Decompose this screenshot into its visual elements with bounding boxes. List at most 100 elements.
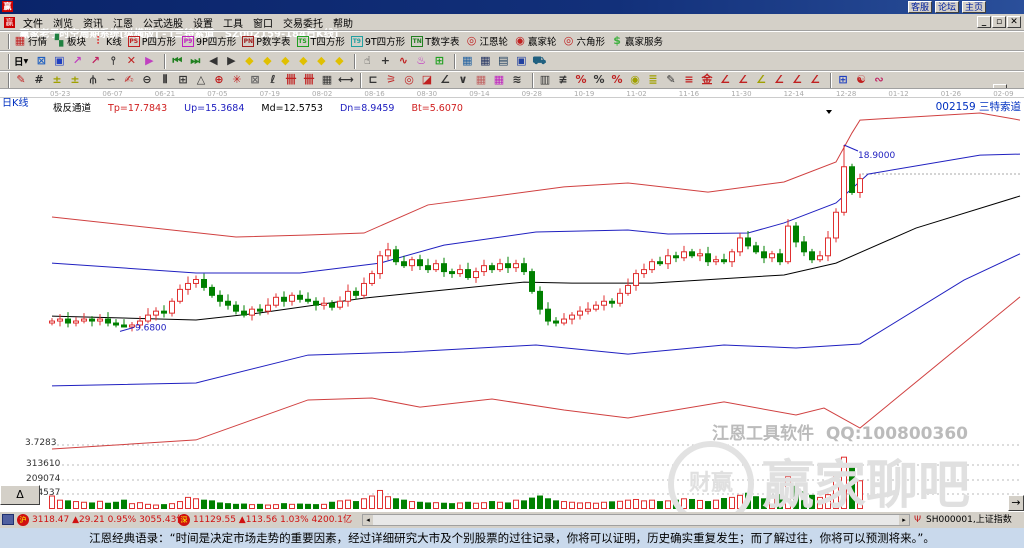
volume-toggle-button[interactable]: Δ [0, 485, 40, 505]
menu-trade[interactable]: 交易委托 [278, 15, 328, 30]
menu-window[interactable]: 窗口 [248, 15, 278, 30]
gold-icon[interactable]: ≣ [646, 73, 660, 87]
child-minimize-button[interactable]: _ [977, 16, 991, 28]
table-icon[interactable]: ⊞ [836, 73, 850, 87]
toolbar-button-6[interactable]: TS T四方形 [296, 34, 345, 48]
trend2-icon[interactable]: ↗ [88, 54, 102, 68]
gold2-icon[interactable]: 金 [700, 73, 714, 87]
diamond-icon[interactable]: ◆ [296, 54, 310, 68]
target-icon[interactable]: ⊕ [212, 73, 226, 87]
grid4-icon[interactable]: ▦ [492, 73, 506, 87]
hash-icon[interactable]: # [32, 73, 46, 87]
period-select[interactable]: 日 ▾ [14, 54, 28, 69]
child-close-button[interactable]: ✕ [1007, 16, 1021, 28]
yinyang-icon[interactable]: ☯ [854, 73, 868, 87]
sine-icon[interactable]: ∾ [872, 73, 886, 87]
toolbar-button-0[interactable]: ▦ 行情 [14, 34, 47, 48]
toolbar-button-12[interactable]: $ 赢家服务 [611, 34, 663, 48]
bars2-icon[interactable]: ≢ [556, 73, 570, 87]
menu-settings[interactable]: 设置 [188, 15, 218, 30]
pen-icon[interactable]: ✎ [14, 73, 28, 87]
book-icon[interactable]: ▤ [496, 54, 510, 68]
gift-icon[interactable]: ♨ [414, 54, 428, 68]
cross-icon[interactable]: ✕ [124, 54, 138, 68]
angle6-icon[interactable]: ∠ [790, 73, 804, 87]
toolbar-button-10[interactable]: ◉ 赢家轮 [514, 34, 556, 48]
zoom-icon[interactable]: ⊠ [34, 54, 48, 68]
menu-news[interactable]: 资讯 [78, 15, 108, 30]
first-icon[interactable]: ⏮ [170, 54, 184, 68]
rect-icon[interactable]: ⊏ [366, 73, 380, 87]
hand-icon[interactable]: ☝ [360, 54, 374, 68]
sz-index-icon[interactable]: 深 [178, 513, 190, 526]
arc-icon[interactable]: ∽ [104, 73, 118, 87]
last-icon[interactable]: ⏭ [188, 54, 202, 68]
pct-icon[interactable]: % [574, 73, 588, 87]
trend-icon[interactable]: ↗ [70, 54, 84, 68]
toolbar-button-2[interactable]: ⫶ K线 [92, 34, 122, 48]
flag-icon[interactable]: ▶ [142, 54, 156, 68]
gann-icon[interactable]: ± [50, 73, 64, 87]
save-icon[interactable]: ▣ [514, 54, 528, 68]
angle2-icon[interactable]: ∠ [718, 73, 732, 87]
fan2-icon[interactable]: ◪ [420, 73, 434, 87]
menu-formula[interactable]: 公式选股 [138, 15, 188, 30]
menu-browse[interactable]: 浏览 [48, 15, 78, 30]
diamond-icon[interactable]: ◆ [332, 54, 346, 68]
toolbar-button-8[interactable]: TN T数字表 [411, 34, 460, 48]
menu-tools[interactable]: 工具 [218, 15, 248, 30]
bar2-icon[interactable]: 卌 [302, 73, 316, 87]
lines-icon[interactable]: ⫴ [158, 73, 172, 87]
scroll-left-arrow[interactable]: ◂ [363, 515, 373, 525]
diamond-icon[interactable]: ◆ [242, 54, 256, 68]
toolbar-button-11[interactable]: ◎ 六角形 [563, 34, 605, 48]
calendar21-icon[interactable]: ▦ [460, 54, 474, 68]
vee-icon[interactable]: ∨ [456, 73, 470, 87]
curve-icon[interactable]: ∿ [396, 54, 410, 68]
diamond-icon[interactable]: ◆ [314, 54, 328, 68]
toolbar-button-3[interactable]: PS P四方形 [127, 34, 176, 48]
pct2-icon[interactable]: % [592, 73, 606, 87]
square-icon[interactable]: ▦ [320, 73, 334, 87]
toolbar-button-7[interactable]: T9 9T四方形 [350, 34, 405, 48]
truck-icon[interactable]: ⛟ [532, 54, 546, 68]
diamond-icon[interactable]: ◆ [278, 54, 292, 68]
menu-help[interactable]: 帮助 [328, 15, 358, 30]
gann2-icon[interactable]: ± [68, 73, 82, 87]
diamond-icon[interactable]: ◆ [260, 54, 274, 68]
forum-link[interactable]: 论坛 [935, 1, 960, 13]
kline-chart[interactable]: 18.9000 9.6800 05-23 06-07 06-21 07-05 07-19 0… [0, 89, 1024, 527]
index-selector[interactable]: SH000001,上证指数 [926, 512, 1012, 528]
sh-index-icon[interactable]: 沪 [17, 513, 29, 526]
toolbar-button-5[interactable]: PN P数字表 [242, 34, 291, 48]
equal-icon[interactable]: ≡ [682, 73, 696, 87]
toolbar-button-4[interactable]: P9 9P四方形 [182, 34, 236, 48]
child-restore-button[interactable]: ▫ [992, 16, 1006, 28]
left-icon[interactable]: ◀ [206, 54, 220, 68]
horizontal-scrollbar[interactable]: ◂ ▸ [362, 514, 910, 526]
calculator-icon[interactable] [2, 514, 14, 525]
scroll-right-button[interactable]: → [1008, 495, 1024, 511]
scroll-right-arrow[interactable]: ▸ [899, 515, 909, 525]
star-icon[interactable]: ✳ [230, 73, 244, 87]
calculator-icon[interactable]: ▦ [478, 54, 492, 68]
angle-icon[interactable]: ∠ [438, 73, 452, 87]
toolbar-button-9[interactable]: ◎ 江恩轮 [466, 34, 508, 48]
triangle-icon[interactable]: △ [194, 73, 208, 87]
menu-file[interactable]: 文件 [18, 15, 48, 30]
coin-icon[interactable]: ◉ [628, 73, 642, 87]
angle4-icon[interactable]: ∠ [754, 73, 768, 87]
angle7-icon[interactable]: ∠ [808, 73, 822, 87]
fan-icon[interactable]: ⚞ [384, 73, 398, 87]
abacus-icon[interactable]: ⊞ [432, 54, 446, 68]
bars-icon[interactable]: ▥ [538, 73, 552, 87]
pen2-icon[interactable]: ✍ [122, 73, 136, 87]
grid2-icon[interactable]: ⊞ [176, 73, 190, 87]
calendar-icon[interactable]: ▣ [52, 54, 66, 68]
pct3-icon[interactable]: % [610, 73, 624, 87]
fork-icon[interactable]: ⫛ [86, 73, 100, 87]
grid3-icon[interactable]: ▦ [474, 73, 488, 87]
home-link[interactable]: 主页 [962, 1, 987, 13]
span-icon[interactable]: ⟷ [338, 73, 354, 87]
toolbar-button-1[interactable]: ▚ 板块 [53, 34, 86, 48]
